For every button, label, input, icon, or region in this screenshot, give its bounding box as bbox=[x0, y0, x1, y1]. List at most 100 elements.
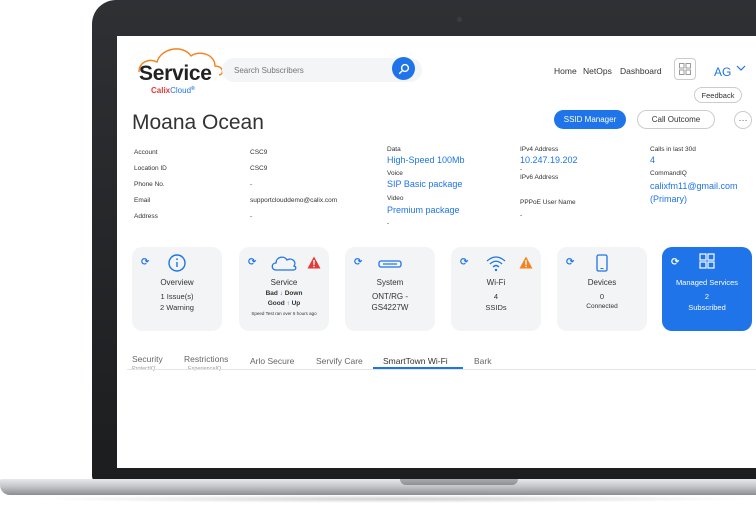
commandiq-label: CommandIQ bbox=[650, 170, 687, 177]
card-line-1: 2 bbox=[704, 292, 710, 301]
data-service-value[interactable]: High-Speed 100Mb bbox=[387, 155, 465, 165]
card-line-2: Subscribed bbox=[688, 303, 726, 312]
phone-device-icon bbox=[587, 253, 617, 275]
card-wifi[interactable]: ⟳ Wi-Fi 4 SSIDs bbox=[451, 247, 541, 331]
tab-smarttown-wifi[interactable]: SmartTown Wi-Fi bbox=[383, 356, 448, 366]
feedback-button[interactable]: Feedback bbox=[694, 87, 742, 103]
refresh-icon[interactable]: ⟳ bbox=[460, 257, 468, 268]
subscriber-name: Moana Ocean bbox=[132, 111, 264, 134]
card-title: Devices bbox=[587, 278, 617, 287]
card-line-2: GS4227W bbox=[371, 303, 409, 312]
card-title: Wi-Fi bbox=[486, 278, 506, 287]
card-line-2: 2 Warning bbox=[160, 303, 194, 312]
laptop-camera bbox=[457, 17, 462, 22]
pppoe-label: PPPoE User Name bbox=[520, 199, 576, 206]
location-id-label: Location ID bbox=[134, 165, 167, 172]
refresh-icon[interactable]: ⟳ bbox=[141, 257, 149, 268]
refresh-icon[interactable]: ⟳ bbox=[671, 257, 679, 268]
video-service-extra: - bbox=[387, 220, 390, 227]
chevron-down-icon[interactable] bbox=[736, 64, 746, 75]
search-button[interactable] bbox=[392, 57, 415, 80]
nav-home[interactable]: Home bbox=[554, 66, 577, 76]
tab-bark[interactable]: Bark bbox=[474, 356, 491, 366]
voice-service-value[interactable]: SIP Basic package bbox=[387, 179, 462, 189]
card-title: Managed Services bbox=[675, 278, 739, 287]
refresh-icon[interactable]: ⟳ bbox=[248, 257, 256, 268]
card-line-1: 0 bbox=[599, 292, 605, 301]
ipv4-sub-value: - bbox=[520, 166, 523, 173]
tab-security[interactable]: Security bbox=[132, 354, 163, 364]
card-line-1: 1 Issue(s) bbox=[160, 292, 194, 301]
ipv4-label: IPv4 Address bbox=[520, 146, 559, 153]
apps-grid-button[interactable] bbox=[674, 58, 696, 80]
refresh-icon[interactable]: ⟳ bbox=[354, 257, 362, 268]
apps-grid-icon bbox=[679, 63, 691, 75]
account-value: CSC9 bbox=[250, 149, 268, 156]
cloud-icon bbox=[269, 253, 299, 275]
card-overview[interactable]: ⟳ Overview 1 Issue(s) 2 Warning bbox=[132, 247, 222, 331]
logo-brand-name: Calix bbox=[151, 86, 171, 95]
card-title: Overview bbox=[160, 278, 194, 287]
commandiq-email[interactable]: calixfm11@gmail.com bbox=[650, 181, 738, 191]
tab-servify-care[interactable]: Servify Care bbox=[316, 356, 363, 366]
phone-label: Phone No. bbox=[134, 181, 165, 188]
speed-down-row: Bad ↓ Down bbox=[239, 290, 329, 297]
voice-service-label: Voice bbox=[387, 170, 403, 177]
speed-up-row: Good ↑ Up bbox=[239, 300, 329, 307]
wifi-icon bbox=[481, 253, 511, 275]
info-icon bbox=[162, 253, 192, 275]
card-title: System bbox=[376, 278, 404, 287]
tab-restrictions[interactable]: Restrictions bbox=[184, 354, 228, 364]
card-line-2: SSIDs bbox=[485, 303, 507, 312]
address-label: Address bbox=[134, 213, 158, 220]
card-service[interactable]: ⟳ Service Bad ↓ Down Good ↑ Up Speed Tes… bbox=[239, 247, 329, 331]
phone-value: - bbox=[250, 181, 253, 188]
card-line-1: ONT/RG - bbox=[372, 292, 408, 301]
ipv6-label: IPv6 Address bbox=[520, 174, 559, 181]
logo-text: Service bbox=[139, 62, 212, 85]
ipv4-value: 10.247.19.202 bbox=[520, 155, 578, 165]
nav-dashboard[interactable]: Dashboard bbox=[620, 66, 662, 76]
laptop-base bbox=[0, 479, 756, 495]
nav-netops[interactable]: NetOps bbox=[583, 66, 612, 76]
card-system[interactable]: ⟳ System ONT/RG - GS4227W bbox=[345, 247, 435, 331]
account-label: Account bbox=[134, 149, 158, 156]
active-tab-indicator bbox=[373, 367, 463, 369]
refresh-icon[interactable]: ⟳ bbox=[566, 257, 574, 268]
more-options-button[interactable]: ··· bbox=[734, 111, 752, 129]
commandiq-primary: (Primary) bbox=[650, 194, 687, 204]
card-line-2: Connected bbox=[586, 303, 618, 310]
bad-label: Bad bbox=[265, 290, 278, 297]
card-line-1: 4 bbox=[493, 292, 499, 301]
card-devices[interactable]: ⟳ Devices 0 Connected bbox=[557, 247, 647, 331]
tab-divider bbox=[127, 369, 756, 370]
logo-brand-suffix: Cloud bbox=[170, 86, 192, 95]
logo-brand: CalixCloud® bbox=[151, 86, 195, 95]
speed-test-note: Speed Test ran over 6 hours ago bbox=[251, 311, 317, 316]
search-icon bbox=[398, 63, 409, 74]
ssid-manager-button[interactable]: SSID Manager bbox=[554, 110, 626, 129]
email-label: Email bbox=[134, 197, 151, 204]
card-managed-services[interactable]: ⟳ Managed Services 2 Subscribed bbox=[662, 247, 752, 331]
laptop-shadow bbox=[30, 495, 756, 503]
grid-icon bbox=[692, 253, 722, 275]
down-label: Down bbox=[284, 290, 303, 297]
arrow-down-icon: ↓ bbox=[279, 290, 283, 297]
laptop-screen: Service CalixCloud® Home NetOps Dashboar… bbox=[117, 36, 756, 468]
router-icon bbox=[375, 253, 405, 275]
data-service-label: Data bbox=[387, 146, 401, 153]
error-triangle-icon bbox=[307, 256, 321, 269]
pppoe-value: - bbox=[520, 212, 523, 219]
call-outcome-button[interactable]: Call Outcome bbox=[637, 110, 715, 129]
card-title: Service bbox=[270, 278, 298, 287]
calls-value[interactable]: 4 bbox=[650, 155, 655, 165]
video-service-value[interactable]: Premium package bbox=[387, 205, 460, 215]
calls-label: Calls in last 30d bbox=[650, 146, 696, 153]
good-label: Good bbox=[267, 300, 285, 307]
video-service-label: Video bbox=[387, 195, 404, 202]
laptop-notch bbox=[400, 479, 518, 485]
tab-arlo-secure[interactable]: Arlo Secure bbox=[250, 356, 294, 366]
arrow-up-icon: ↑ bbox=[286, 300, 290, 307]
warning-triangle-icon bbox=[519, 256, 533, 269]
user-menu-initials[interactable]: AG bbox=[714, 65, 731, 79]
